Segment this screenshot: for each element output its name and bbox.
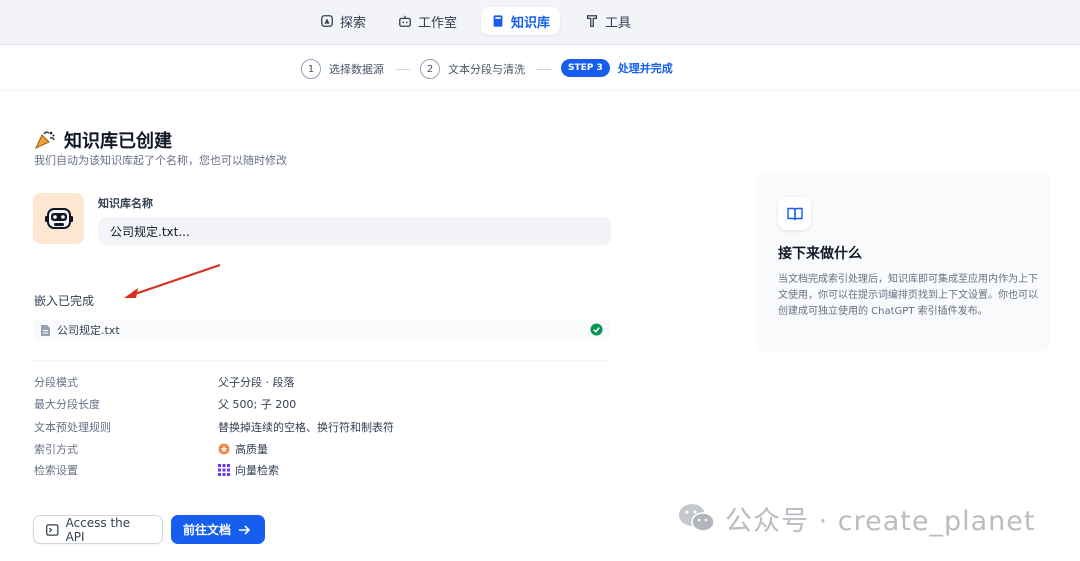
access-api-label: Access the API (65, 515, 131, 544)
nav-item-knowledge[interactable]: 知识库 (481, 7, 561, 35)
setting-row: 分段模式 父子分段 · 段落 (34, 374, 611, 392)
setting-key: 文本预处理规则 (34, 421, 111, 434)
nav-item-explore[interactable]: 探索 (310, 7, 376, 35)
setting-key: 检索设置 (34, 464, 78, 477)
knowledge-avatar[interactable] (33, 193, 84, 244)
divider (34, 360, 611, 361)
setting-value: 向量检索 (218, 462, 279, 478)
vector-search-icon (218, 464, 230, 476)
step-badge: STEP 3 (561, 59, 610, 77)
high-quality-icon (218, 443, 230, 455)
check-circle-icon (590, 323, 603, 336)
hammer-icon (586, 15, 598, 27)
step-3: STEP 3 处理并完成 (561, 59, 673, 77)
step-connector (396, 69, 410, 70)
step-connector (537, 69, 551, 70)
step-1: 1 选择数据源 (301, 59, 384, 79)
compass-icon (321, 15, 333, 27)
stepper: 1 选择数据源 2 文本分段与清洗 STEP 3 处理并完成 (0, 46, 1080, 91)
knowledge-name-label: 知识库名称 (98, 197, 153, 210)
card-icon-box (778, 197, 811, 230)
annotation-arrow (124, 264, 221, 298)
page-title-text: 知识库已创建 (64, 131, 172, 152)
nav-label: 探索 (340, 15, 367, 31)
setting-row: 最大分段长度 父 500; 子 200 (34, 396, 611, 414)
setting-row: 索引方式 高质量 (34, 441, 611, 459)
wechat-icon (679, 504, 715, 532)
card-text: 当文档完成索引处理后，知识库即可集成至应用内作为上下文使用，你可以在提示词编排页… (778, 274, 1038, 317)
robot-face-icon (44, 207, 73, 229)
step-label: 选择数据源 (329, 63, 384, 76)
setting-key: 索引方式 (34, 443, 78, 456)
file-icon (41, 324, 50, 336)
page-title: 知识库已创建 (34, 127, 172, 153)
party-popper-icon (34, 131, 55, 150)
setting-value: 替换掉连续的空格、换行符和制表符 (218, 421, 394, 434)
setting-key: 最大分段长度 (34, 398, 100, 411)
step-number: 1 (301, 59, 321, 79)
setting-row: 文本预处理规则 替换掉连续的空格、换行符和制表符 (34, 419, 611, 437)
setting-value: 父 500; 子 200 (218, 398, 297, 411)
open-book-icon (786, 207, 803, 220)
book-icon (493, 15, 503, 27)
setting-value: 父子分段 · 段落 (218, 376, 295, 389)
nav-label: 工作室 (418, 15, 458, 31)
step-label: 处理并完成 (617, 62, 673, 75)
step-label: 文本分段与清洗 (448, 63, 525, 76)
robot-icon (399, 15, 411, 27)
nav-label: 工具 (605, 15, 632, 31)
next-steps-card: 接下来做什么 当文档完成索引处理后，知识库即可集成至应用内作为上下文使用，你可以… (756, 172, 1051, 352)
go-to-document-label: 前往文档 (183, 523, 232, 537)
nav-label: 知识库 (511, 15, 551, 31)
embed-status-title: 嵌入已完成 (34, 294, 95, 308)
access-api-button[interactable]: Access the API (33, 515, 163, 544)
top-nav: 探索 工作室 知识库 工具 (0, 0, 1080, 45)
go-to-document-button[interactable]: 前往文档 (171, 515, 265, 544)
arrow-right-icon (239, 524, 251, 535)
step-number: 2 (420, 59, 440, 79)
setting-key: 分段模式 (34, 376, 78, 389)
page-subtitle: 我们自动为该知识库起了个名称，您也可以随时修改 (34, 154, 287, 167)
watermark: 公众号 · create_planet (677, 500, 1036, 537)
terminal-icon (46, 523, 59, 536)
watermark-text: 公众号 · create_planet (725, 505, 1036, 537)
nav-item-studio[interactable]: 工作室 (388, 7, 467, 35)
nav-item-tools[interactable]: 工具 (575, 7, 641, 35)
card-title: 接下来做什么 (778, 246, 862, 262)
file-name: 公司规定.txt (57, 324, 120, 337)
setting-row: 检索设置 向量检索 (34, 462, 611, 480)
knowledge-name-input[interactable]: 公司规定.txt... (98, 217, 611, 245)
file-row[interactable]: 公司规定.txt (34, 319, 611, 341)
step-2: 2 文本分段与清洗 (420, 59, 525, 79)
setting-value: 高质量 (218, 441, 268, 457)
